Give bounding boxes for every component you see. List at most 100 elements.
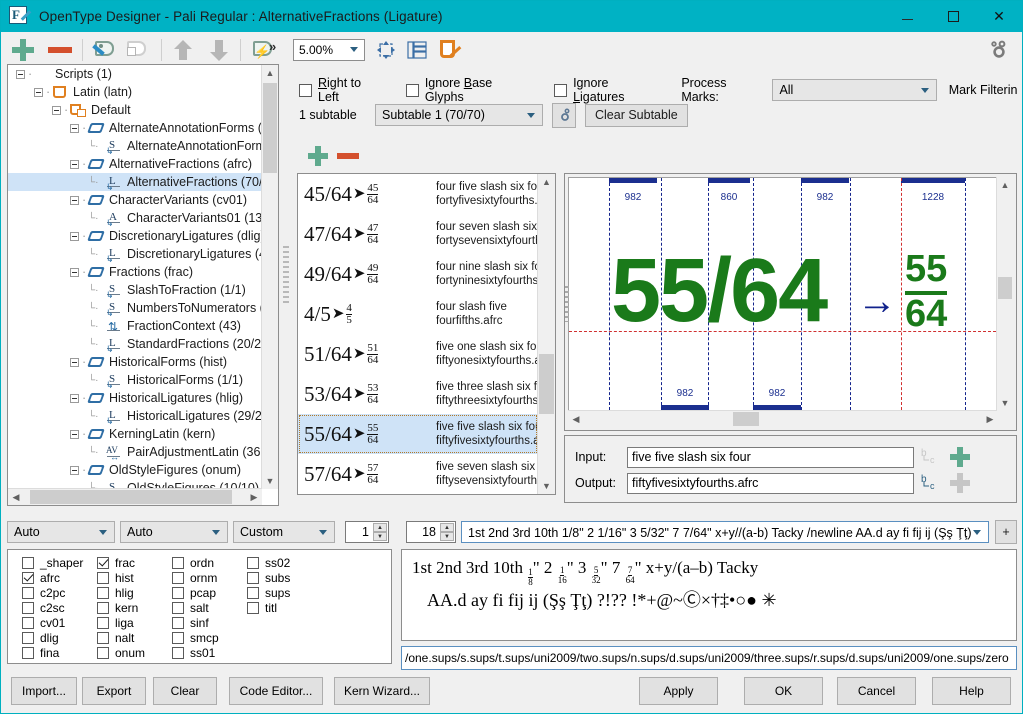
feature-checkbox[interactable]: [97, 571, 109, 584]
feature-checkbox[interactable]: [247, 601, 259, 614]
tree-node[interactable]: └·AV↔PairAdjustmentLatin (3679/: [8, 443, 262, 462]
feature-checkbox[interactable]: [247, 571, 259, 584]
feature-checkbox-item[interactable]: ss01: [166, 645, 219, 660]
feature-checkbox-item[interactable]: hist: [91, 570, 145, 585]
feature-checkbox-item[interactable]: cv01: [16, 615, 83, 630]
scroll-down-icon[interactable]: ▼: [538, 478, 555, 494]
tree-scroll-thumb[interactable]: [263, 83, 277, 173]
arrow-up-icon[interactable]: [172, 38, 194, 62]
feature-checkbox[interactable]: [172, 556, 184, 569]
ligature-list[interactable]: 45/64 ➤ 45 64 four five slash six four fortyf…: [298, 174, 538, 494]
feature-checkbox-item[interactable]: liga: [91, 615, 145, 630]
feature-checkbox[interactable]: [97, 616, 109, 629]
process-marks-select[interactable]: All: [772, 79, 937, 101]
feature-checkbox-item[interactable]: sinf: [166, 615, 219, 630]
feature-checkbox-item[interactable]: salt: [166, 600, 219, 615]
preview-splitter[interactable]: [565, 286, 569, 322]
tree-node[interactable]: · Scripts (1): [8, 65, 262, 83]
fit-to-window-icon[interactable]: [375, 39, 397, 61]
tree-node[interactable]: · OldStyleFigures (onum): [8, 461, 262, 479]
tree-node[interactable]: · Latin (latn): [8, 83, 262, 101]
feature-checkbox-item[interactable]: titl: [241, 600, 290, 615]
feature-checkbox-item[interactable]: _shaper: [16, 555, 83, 570]
tree-hscroll-thumb[interactable]: [30, 490, 232, 504]
help-button[interactable]: Help: [932, 677, 1011, 705]
minimize-button[interactable]: [884, 1, 930, 32]
ligature-scrollbar[interactable]: ▲ ▼: [537, 174, 555, 494]
ligature-row[interactable]: 4/5 ➤ 4 5 four slash five fourfifths.afrc: [298, 294, 538, 334]
remove-ligature-icon[interactable]: [337, 153, 359, 159]
add-input-button[interactable]: [950, 447, 970, 467]
tree-expander[interactable]: [70, 195, 79, 205]
scroll-left-icon[interactable]: ◀: [568, 411, 584, 427]
scroll-right-icon[interactable]: ▶: [246, 489, 262, 505]
glyph-class-icon[interactable]: b c: [920, 472, 944, 494]
index-spinner[interactable]: 1 ▲ ▼: [345, 521, 389, 543]
preset-select[interactable]: Custom: [233, 521, 335, 543]
feature-checkbox[interactable]: [22, 646, 34, 659]
import-button[interactable]: Import...: [11, 677, 77, 705]
feature-checkbox[interactable]: [22, 586, 34, 599]
remove-icon[interactable]: [48, 47, 72, 53]
feature-checkbox-item[interactable]: ornm: [166, 570, 219, 585]
scroll-right-icon[interactable]: ▶: [982, 411, 998, 427]
clear-subtable-button[interactable]: Clear Subtable: [585, 103, 688, 127]
tree-node[interactable]: └· S ↳ AlternateAnnotationForms: [8, 137, 262, 156]
scroll-left-icon[interactable]: ◀: [8, 489, 24, 505]
toolbar-overflow-button[interactable]: »: [269, 39, 276, 54]
feature-tree[interactable]: · Scripts (1) · Latin (latn) · Default · Altern…: [8, 65, 262, 489]
feature-checkbox[interactable]: [172, 631, 184, 644]
clear-button[interactable]: Clear: [153, 677, 217, 705]
tree-expander[interactable]: [70, 231, 79, 241]
tree-node[interactable]: └· L ↳ StandardFractions (20/20): [8, 335, 262, 354]
tree-expander[interactable]: [70, 159, 79, 169]
input-field[interactable]: five five slash six four: [627, 446, 914, 468]
export-button[interactable]: Export: [82, 677, 146, 705]
tree-vertical-scrollbar[interactable]: ▲ ▼: [261, 65, 278, 489]
feature-checkbox[interactable]: [172, 586, 184, 599]
tree-node[interactable]: · Fractions (frac): [8, 263, 262, 281]
edit-tag-icon[interactable]: [92, 39, 119, 61]
tree-expander[interactable]: [70, 357, 79, 367]
page-edit-icon[interactable]: [438, 39, 462, 61]
zoom-combo[interactable]: 5.00%: [293, 39, 365, 61]
feature-checkbox-item[interactable]: c2sc: [16, 600, 83, 615]
feature-checkbox-item[interactable]: nalt: [91, 630, 145, 645]
ok-button[interactable]: OK: [744, 677, 823, 705]
feature-checkbox[interactable]: [247, 586, 259, 599]
feature-checkbox[interactable]: [22, 601, 34, 614]
maximize-button[interactable]: [930, 1, 976, 32]
tree-node[interactable]: · KerningLatin (kern): [8, 425, 262, 443]
feature-checkbox-item[interactable]: onum: [91, 645, 145, 660]
preview-vertical-scrollbar[interactable]: ▲ ▼: [996, 177, 1013, 411]
subtable-select[interactable]: Subtable 1 (70/70): [375, 104, 543, 126]
subtable-settings-button[interactable]: [552, 102, 576, 128]
scroll-down-icon[interactable]: ▼: [262, 473, 278, 489]
feature-checkbox-item[interactable]: pcap: [166, 585, 219, 600]
code-editor-button[interactable]: Code Editor...: [229, 677, 323, 705]
ligature-row[interactable]: 53/64➤5364five three slash six fourfifty…: [298, 374, 538, 414]
feature-checkbox-item[interactable]: hlig: [91, 585, 145, 600]
font-size-spinner[interactable]: 18 ▲ ▼: [406, 521, 456, 543]
feature-checkbox[interactable]: [22, 571, 34, 584]
preview-vscroll-thumb[interactable]: [998, 277, 1012, 299]
feature-checkbox[interactable]: [22, 616, 34, 629]
tree-horizontal-scrollbar[interactable]: ◀ ▶: [8, 488, 262, 505]
feature-checkbox[interactable]: [22, 631, 34, 644]
feature-checkbox-item[interactable]: ordn: [166, 555, 219, 570]
tree-node[interactable]: · HistoricalLigatures (hlig): [8, 389, 262, 407]
tree-node[interactable]: └· L ↳ DiscretionaryLigatures (41/: [8, 245, 262, 264]
feature-checkbox-item[interactable]: fina: [16, 645, 83, 660]
tree-node[interactable]: └·A↳CharacterVariants01 (13/13): [8, 209, 262, 228]
ligature-row[interactable]: 51/64 ➤ 51 64 five one slash six four fiftyon…: [298, 334, 538, 374]
tree-node[interactable]: └· L ↳ AlternativeFractions (70/70: [8, 173, 262, 192]
feature-checkbox[interactable]: [97, 586, 109, 599]
ligature-row[interactable]: 55/64 ➤ 55 64 five five slash six four fiftyf…: [298, 414, 538, 454]
feature-checkbox-item[interactable]: afrc: [16, 570, 83, 585]
ligature-row[interactable]: 47/64➤4764four seven slash six fourforty…: [298, 214, 538, 254]
tree-expander[interactable]: [70, 393, 79, 403]
preview-horizontal-scrollbar[interactable]: ◀ ▶: [568, 410, 997, 427]
tree-node[interactable]: · CharacterVariants (cv01): [8, 191, 262, 209]
language-select-1[interactable]: Auto: [7, 521, 115, 543]
cancel-button[interactable]: Cancel: [837, 677, 916, 705]
